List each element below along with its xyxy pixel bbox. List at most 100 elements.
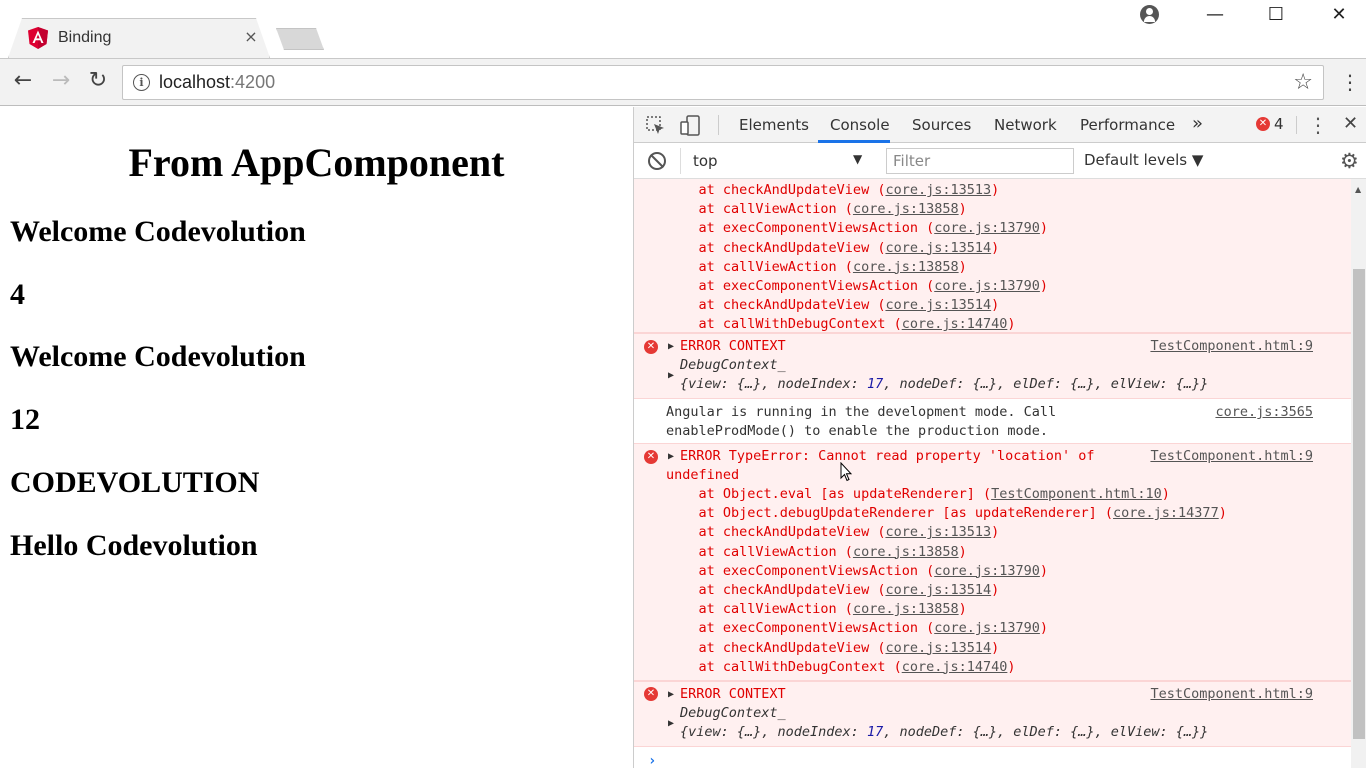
filter-input[interactable] (886, 148, 1074, 174)
stack-frame-text: at checkAndUpdateView ( (666, 582, 886, 598)
stack-frame-link[interactable]: core.js:13790 (934, 563, 1040, 579)
back-icon[interactable]: ← (10, 69, 36, 93)
tab-elements[interactable]: Elements (739, 116, 809, 134)
stack-frame-text: at Object.debugUpdateRenderer [as update… (666, 505, 1114, 522)
expand-arrow-icon[interactable]: ▶ (668, 451, 674, 462)
error-count-icon[interactable]: ✕ (1256, 117, 1270, 131)
stack-frame: at checkAndUpdateView (core.js:13514) (666, 639, 1000, 658)
toolbar-divider (1296, 116, 1297, 134)
more-tabs-icon[interactable]: » (1192, 113, 1203, 134)
stack-frame: at Object.eval [as updateRenderer] (Test… (666, 485, 1170, 504)
stack-frame-link[interactable]: core.js:13858 (853, 544, 959, 560)
error-icon: ✕ (644, 450, 658, 464)
stack-frame-text: at checkAndUpdateView ( (666, 524, 886, 541)
stack-frame-text: at execComponentViewsAction ( (666, 220, 935, 237)
source-link[interactable]: core.js:3565 (1215, 403, 1313, 422)
maximize-button[interactable]: ☐ (1261, 4, 1291, 25)
expand-arrow-icon[interactable]: ▶ (668, 689, 674, 700)
stack-frame-text: at checkAndUpdateView ( (666, 239, 886, 256)
debug-context-object[interactable]: {view: {…}, nodeIndex: 17, nodeDef: {…},… (680, 375, 1208, 394)
console-type-error[interactable]: ✕ ▶ ERROR TypeError: Cannot read propert… (634, 443, 1351, 681)
source-link[interactable]: TestComponent.html:9 (1150, 447, 1313, 466)
stack-frame: at callViewAction (core.js:13858) (666, 200, 967, 219)
stack-frame-text: ) (1039, 562, 1049, 579)
stack-frame-link[interactable]: core.js:13858 (853, 601, 959, 617)
stack-frame-link[interactable]: core.js:14740 (902, 659, 1008, 675)
stack-frame-text: at execComponentViewsAction ( (666, 278, 935, 294)
stack-frame-text: ) (958, 201, 967, 218)
stack-frame-link[interactable]: core.js:13858 (853, 201, 959, 217)
close-devtools-icon[interactable]: ✕ (1343, 113, 1358, 134)
url-text[interactable]: localhost:4200 (159, 72, 275, 93)
angular-logo-icon (28, 27, 48, 49)
stack-frame-link[interactable]: core.js:13858 (853, 259, 959, 275)
address-bar[interactable]: i localhost:4200 ☆ (122, 65, 1324, 100)
console-log-message: Angular is running in the development mo… (634, 399, 1351, 443)
context-label: top (693, 152, 718, 170)
log-line: enableProdMode() to enable the productio… (666, 423, 1049, 439)
stack-frame-link[interactable]: core.js:13514 (885, 297, 991, 313)
stack-frame-link[interactable]: core.js:13790 (934, 278, 1040, 294)
profile-icon[interactable] (1140, 5, 1159, 24)
tab-close-icon[interactable]: × (243, 27, 259, 46)
stack-frame-link[interactable]: TestComponent.html:10 (991, 486, 1162, 502)
close-window-button[interactable]: ✕ (1324, 4, 1354, 25)
stack-frame-link[interactable]: core.js:13790 (934, 220, 1040, 236)
console-scrollbar[interactable]: ▲ (1351, 179, 1366, 768)
stack-frame-link[interactable]: core.js:13514 (885, 240, 991, 256)
object-text: {view: {…}, nodeIndex: (680, 376, 867, 392)
console-output: at checkAndUpdateView (core.js:13513) at… (634, 179, 1351, 768)
minimize-button[interactable]: — (1200, 4, 1230, 25)
number-line-1: 4 (10, 278, 25, 311)
stack-frame-link[interactable]: core.js:13514 (885, 582, 991, 598)
tab-console[interactable]: Console (830, 116, 890, 134)
stack-frame: at checkAndUpdateView (core.js:13514) (666, 296, 1000, 315)
console-prompt[interactable]: › (648, 753, 656, 768)
scrollbar-thumb[interactable] (1353, 269, 1365, 739)
tab-network[interactable]: Network (994, 116, 1057, 134)
source-link[interactable]: TestComponent.html:9 (1150, 337, 1313, 356)
debug-context-name: DebugContext_ (680, 357, 786, 373)
stack-frame-link[interactable]: core.js:14377 (1113, 505, 1219, 521)
stack-frame-text: ) (1039, 278, 1049, 294)
levels-dropdown[interactable]: Default levels ▼ (1084, 151, 1203, 169)
uppercase-line: CODEVOLUTION (10, 466, 260, 499)
reload-icon[interactable]: ↻ (85, 69, 111, 93)
clear-console-icon[interactable] (648, 152, 666, 170)
stack-frame-text: at checkAndUpdateView ( (666, 639, 886, 656)
stack-frame-link[interactable]: core.js:14740 (902, 316, 1008, 332)
menu-icon[interactable]: ⋮ (1340, 71, 1360, 93)
tab-sources[interactable]: Sources (912, 116, 971, 134)
device-toolbar-icon[interactable] (680, 115, 702, 137)
stack-frame-link[interactable]: core.js:13514 (885, 640, 991, 656)
new-tab-button[interactable] (276, 28, 324, 50)
expand-arrow-icon[interactable]: ▶ (668, 341, 674, 352)
stack-frame-link[interactable]: core.js:13513 (885, 182, 991, 198)
inspect-element-icon[interactable] (646, 116, 666, 136)
devtools-menu-icon[interactable]: ⋮ (1308, 113, 1328, 137)
stack-frame-text: at callWithDebugContext ( (666, 658, 902, 675)
stack-frame-text: ) (1039, 620, 1049, 637)
error-count[interactable]: 4 (1274, 115, 1284, 133)
expand-arrow-icon[interactable]: ▶ (668, 370, 674, 381)
object-text: , nodeDef: {…}, elDef: {…}, elView: {…}} (883, 724, 1209, 740)
star-icon[interactable]: ☆ (1293, 70, 1313, 95)
debug-context-object[interactable]: {view: {…}, nodeIndex: 17, nodeDef: {…},… (680, 723, 1208, 742)
scroll-up-icon[interactable]: ▲ (1355, 185, 1361, 194)
console-error-context[interactable]: ✕ ▶ ERROR CONTEXT TestComponent.html:9 D… (634, 681, 1351, 747)
devtools-panel: Elements Console Sources Network Perform… (633, 107, 1366, 768)
stack-frame: at checkAndUpdateView (core.js:13513) (666, 181, 1000, 200)
info-icon[interactable]: i (133, 74, 150, 91)
error-context-title: ERROR CONTEXT (680, 686, 786, 702)
source-link[interactable]: TestComponent.html:9 (1150, 685, 1313, 704)
stack-frame-link[interactable]: core.js:13790 (934, 620, 1040, 636)
console-error-context[interactable]: ✕ ▶ ERROR CONTEXT TestComponent.html:9 D… (634, 333, 1351, 399)
stack-frame-text: ) (991, 182, 1000, 198)
forward-icon[interactable]: → (48, 69, 74, 93)
tab-performance[interactable]: Performance (1080, 116, 1175, 134)
expand-arrow-icon[interactable]: ▶ (668, 718, 674, 729)
context-selector[interactable]: top ▼ (680, 148, 874, 174)
stack-frame-link[interactable]: core.js:13513 (885, 524, 991, 540)
gear-icon[interactable]: ⚙ (1340, 149, 1359, 173)
stack-frame: at checkAndUpdateView (core.js:13513) (666, 523, 1000, 542)
